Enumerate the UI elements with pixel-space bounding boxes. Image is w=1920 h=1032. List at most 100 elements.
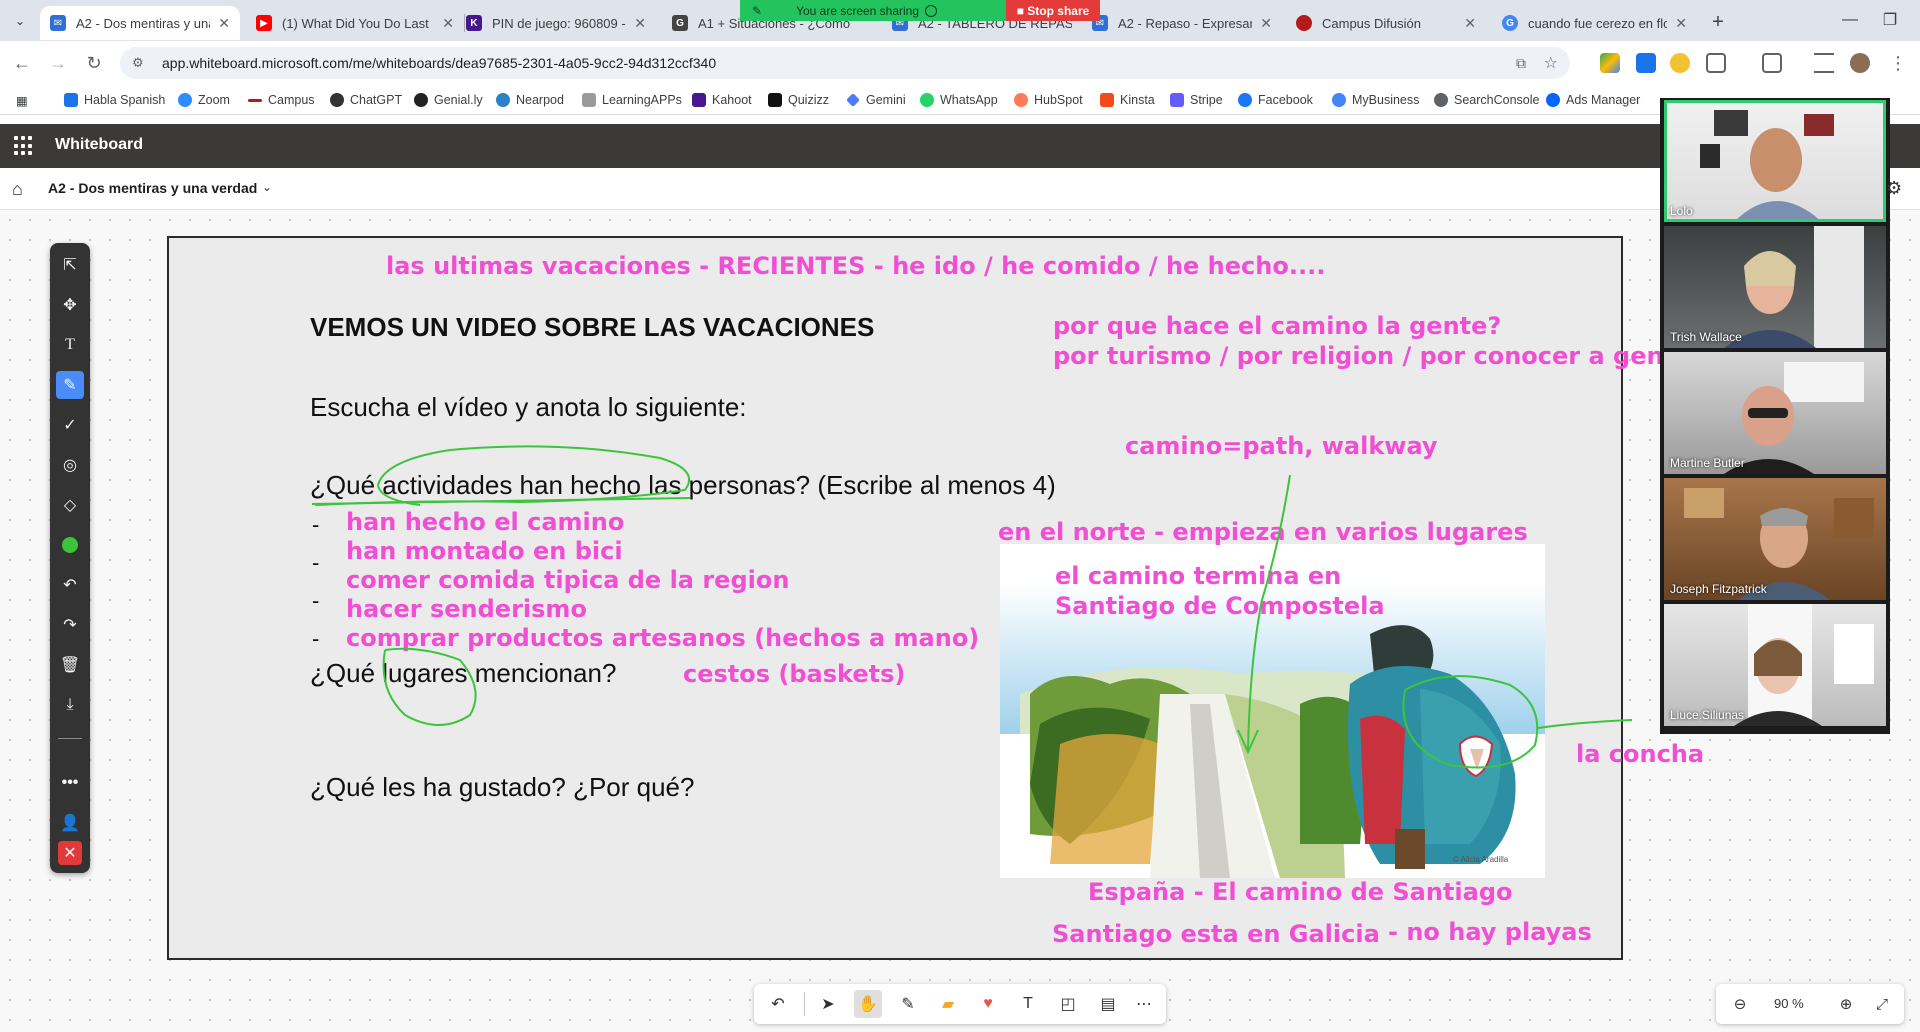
participant-tile[interactable]: Trish Wallace	[1664, 226, 1886, 348]
bookmark-facebook[interactable]: Facebook	[1238, 91, 1313, 109]
select-arrow-icon[interactable]: ➤	[814, 990, 842, 1018]
chevron-down-icon[interactable]: ⌄	[262, 180, 272, 194]
url-text[interactable]: app.whiteboard.microsoft.com/me/whiteboa…	[162, 55, 716, 71]
eraser-icon[interactable]: ◇	[56, 491, 84, 519]
bookmark-quizizz[interactable]: Quizizz	[768, 91, 829, 109]
browser-tab-active[interactable]: ✉ A2 - Dos mentiras y una verdad ✕	[40, 6, 240, 40]
bookmark-stripe[interactable]: Stripe	[1170, 91, 1223, 109]
stop-share-button[interactable]: ■ Stop share	[1006, 0, 1100, 21]
address-bar[interactable]: ⚙ app.whiteboard.microsoft.com/me/whiteb…	[120, 47, 1570, 79]
annotation-santiago[interactable]: Santiago de Compostela	[1055, 592, 1385, 620]
annotation-activity[interactable]: comer comida tipica de la region	[346, 566, 789, 594]
close-tab-icon[interactable]: ✕	[1675, 15, 1687, 32]
bookmark-nearpod[interactable]: Nearpod	[496, 91, 564, 109]
browser-tab[interactable]: Campus Difusión ✕	[1286, 6, 1486, 40]
close-tab-icon[interactable]: ✕	[218, 15, 230, 32]
browser-tab[interactable]: K PIN de juego: 960809 - Es ✕	[456, 6, 656, 40]
extension-icon[interactable]	[1670, 53, 1690, 73]
close-tab-icon[interactable]: ✕	[1464, 15, 1476, 32]
browser-tab[interactable]: ✉ A2 - Repaso - Expresamos ✕	[1082, 6, 1282, 40]
participant-tile[interactable]: Martine Butler	[1664, 352, 1886, 474]
close-tab-icon[interactable]: ✕	[1260, 15, 1272, 32]
annotation-no-beaches[interactable]: - no hay playas	[1388, 918, 1592, 946]
media-controls-icon[interactable]	[1814, 53, 1834, 73]
bookmark-kahoot[interactable]: Kahoot	[692, 91, 752, 109]
reload-icon[interactable]: ↻	[80, 49, 108, 77]
bookmark-hubspot[interactable]: HubSpot	[1014, 91, 1083, 109]
participant-tile[interactable]: Liuce.Siliunas	[1664, 604, 1886, 726]
annotation-why-answer[interactable]: por turismo / por religion / por conocer…	[1053, 342, 1691, 370]
profile-avatar[interactable]	[1850, 53, 1870, 73]
delete-extension-icon[interactable]	[1762, 53, 1782, 73]
close-tab-icon[interactable]: ✕	[442, 15, 454, 32]
move-icon[interactable]: ✥	[56, 291, 84, 319]
extensions-puzzle-icon[interactable]	[1706, 53, 1726, 73]
new-tab-button[interactable]: +	[1704, 8, 1732, 36]
select-arrow-icon[interactable]: ⇱	[56, 251, 84, 279]
bookmark-genially[interactable]: Genial.ly	[414, 91, 483, 109]
annotation-activity[interactable]: han hecho el camino	[346, 508, 624, 536]
close-tab-icon[interactable]: ✕	[634, 15, 646, 32]
text-tool-icon[interactable]: T	[56, 331, 84, 359]
annotation-camino-meaning[interactable]: camino=path, walkway	[1125, 432, 1438, 460]
trash-icon[interactable]: 🗑	[56, 651, 84, 679]
laser-pointer-icon[interactable]: ◎	[56, 451, 84, 479]
forward-icon[interactable]: →	[44, 49, 72, 77]
redo-icon[interactable]: ↷	[56, 611, 84, 639]
bookmark-star-icon[interactable]: ☆	[1544, 53, 1558, 73]
download-icon[interactable]: ⤓	[56, 691, 84, 719]
shapes-icon[interactable]: ◰	[1054, 990, 1082, 1018]
home-icon[interactable]: ⌂	[12, 179, 23, 200]
tab-search-button[interactable]: ⌄	[8, 9, 32, 33]
browser-menu-icon[interactable]: ⋮	[1884, 49, 1912, 77]
bookmark-kinsta[interactable]: Kinsta	[1100, 91, 1155, 109]
color-picker-icon[interactable]	[56, 531, 84, 559]
undo-icon[interactable]: ↶	[56, 571, 84, 599]
bookmark-gemini[interactable]: Gemini	[846, 91, 906, 109]
more-options-icon[interactable]: ⋯	[1130, 990, 1158, 1018]
checkmark-icon[interactable]: ✓	[56, 411, 84, 439]
install-app-icon[interactable]: ⧉	[1516, 55, 1526, 72]
board-title[interactable]: A2 - Dos mentiras y una verdad	[48, 180, 257, 196]
maximize-window-button[interactable]: ❐	[1870, 6, 1910, 34]
participant-tile[interactable]: Joseph Fitzpatrick	[1664, 478, 1886, 600]
annotation-baskets[interactable]: cestos (baskets)	[683, 660, 905, 688]
drive-extension-icon[interactable]	[1600, 53, 1620, 73]
annotation-north[interactable]: en el norte - empieza en varios lugares	[998, 518, 1528, 546]
minimize-window-button[interactable]: —	[1830, 6, 1870, 34]
participant-tile-active[interactable]: Lolo	[1664, 100, 1886, 222]
bookmark-mybusiness[interactable]: MyBusiness	[1332, 91, 1419, 109]
templates-icon[interactable]: ▤	[1094, 990, 1122, 1018]
browser-tab[interactable]: G cuando fue cerezo en flor ✕	[1492, 6, 1697, 40]
bookmark-campus[interactable]: Campus	[248, 91, 315, 109]
reaction-heart-icon[interactable]: ♥	[974, 990, 1002, 1018]
bookmark-ads-manager[interactable]: Ads Manager	[1546, 91, 1640, 109]
annotation-why-question[interactable]: por que hace el camino la gente?	[1053, 312, 1501, 340]
annotation-activity[interactable]: han montado en bici	[346, 537, 623, 565]
extension-icon[interactable]	[1636, 53, 1656, 73]
user-settings-icon[interactable]: 👤	[56, 809, 84, 837]
fit-to-screen-icon[interactable]: ⤢	[1868, 990, 1896, 1018]
annotation-camino-ends[interactable]: el camino termina en	[1055, 562, 1341, 590]
bookmark-zoom[interactable]: Zoom	[178, 91, 230, 109]
undo-icon[interactable]: ↶	[764, 990, 792, 1018]
pen-icon[interactable]: ✎	[894, 990, 922, 1018]
zoom-in-icon[interactable]: ⊕	[1832, 990, 1860, 1018]
pen-icon[interactable]: ✎	[56, 371, 84, 399]
browser-tab[interactable]: ▶ (1) What Did You Do Last ✕	[246, 6, 464, 40]
annotation-spain[interactable]: España - El camino de Santiago	[1088, 878, 1513, 906]
sticky-note-icon[interactable]: ▰	[934, 990, 962, 1018]
app-launcher-icon[interactable]	[14, 136, 34, 156]
back-icon[interactable]: ←	[8, 49, 36, 77]
annotation-shell[interactable]: la concha	[1576, 740, 1704, 768]
bookmark-learningapps[interactable]: LearningAPPs	[582, 91, 682, 109]
close-palette-icon[interactable]: ✕	[58, 841, 82, 865]
bookmark-searchconsole[interactable]: SearchConsole	[1434, 91, 1539, 109]
text-tool-icon[interactable]: T	[1014, 990, 1042, 1018]
bookmark-chatgpt[interactable]: ChatGPT	[330, 91, 402, 109]
hand-pan-icon[interactable]: ✋	[854, 990, 882, 1018]
apps-grid-icon[interactable]: ▦	[16, 91, 28, 109]
annotation-activity[interactable]: hacer senderismo	[346, 595, 587, 623]
annotation-activity[interactable]: comprar productos artesanos (hechos a ma…	[346, 624, 979, 652]
zoom-out-icon[interactable]: ⊖	[1726, 990, 1754, 1018]
